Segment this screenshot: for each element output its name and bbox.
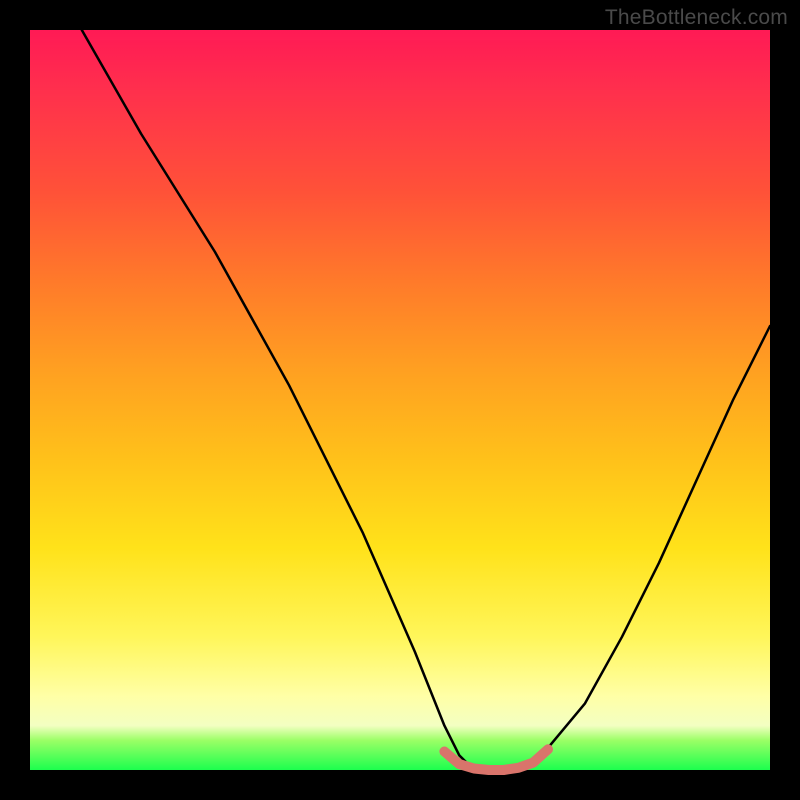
chart-line-valley-floor xyxy=(444,749,548,770)
chart-plot-area xyxy=(30,30,770,770)
chart-curves-svg xyxy=(30,30,770,770)
chart-line-left-branch xyxy=(82,30,474,770)
watermark-text: TheBottleneck.com xyxy=(605,6,788,30)
chart-line-right-branch xyxy=(518,326,770,770)
